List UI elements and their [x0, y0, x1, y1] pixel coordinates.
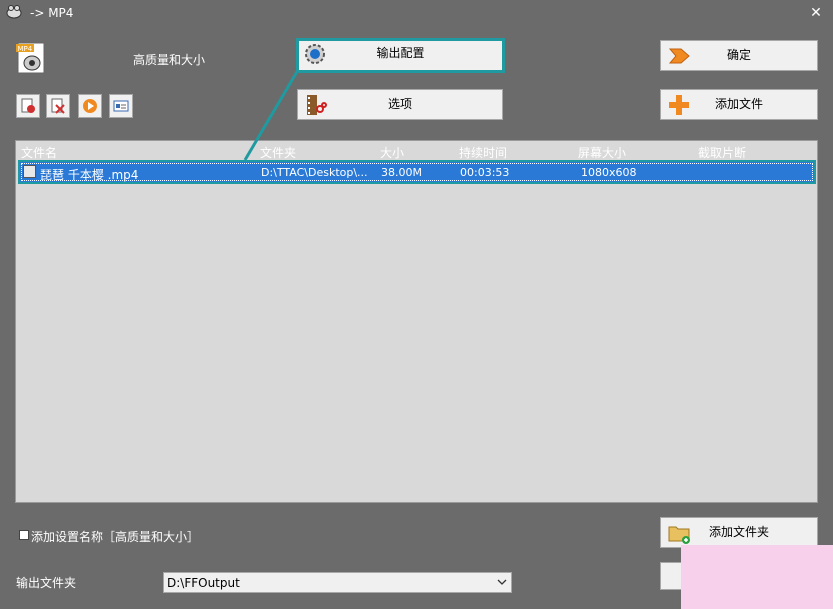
play-button[interactable]: [78, 94, 102, 118]
output-folder-select[interactable]: D:\FFOutput: [163, 572, 512, 593]
file-name-cell: 琵琶 千本樱 .mp4: [40, 168, 139, 182]
clear-button[interactable]: [46, 94, 70, 118]
preset-name: 高质量和大小: [133, 53, 206, 67]
file-size-cell: 38.00M: [381, 166, 422, 179]
output-config-label: 输出配置: [376, 46, 425, 60]
file-folder-cell: D:\TTAC\Desktop\...: [261, 166, 368, 179]
video-file-icon: [23, 165, 36, 178]
media-info-button[interactable]: [109, 94, 133, 118]
play-icon: [83, 99, 97, 113]
file-resolution-cell: 1080x608: [581, 166, 637, 179]
mp4-format-icon: MP4: [16, 42, 45, 74]
output-folder-value: D:\FFOutput: [167, 576, 240, 590]
file-duration-cell: 00:03:53: [460, 166, 510, 179]
file-list[interactable]: [15, 140, 818, 503]
column-header-folder[interactable]: 文件夹: [260, 144, 296, 161]
column-header-clip[interactable]: 截取片断: [698, 144, 746, 161]
ok-label: 确定: [726, 48, 751, 62]
media-info-icon: [113, 100, 129, 112]
chevron-down-icon: [497, 579, 507, 585]
clear-list-icon: [51, 98, 65, 114]
overlay-patch: [681, 545, 833, 609]
add-file-button[interactable]: 添加文件: [660, 89, 818, 120]
column-header-size[interactable]: 大小: [380, 144, 404, 161]
output-config-button[interactable]: 输出配置: [296, 38, 505, 73]
column-header-resolution[interactable]: 屏幕大小: [578, 144, 626, 161]
add-setting-name-checkbox[interactable]: [19, 530, 29, 540]
add-file-label: 添加文件: [714, 97, 763, 111]
close-button[interactable]: ✕: [805, 3, 827, 23]
title-bar: -> MP4 ✕: [0, 0, 833, 28]
column-header-name[interactable]: 文件名: [21, 144, 57, 161]
options-button[interactable]: 选项: [297, 89, 503, 120]
ok-button[interactable]: 确定: [660, 40, 818, 71]
window-title: -> MP4: [30, 6, 74, 20]
svg-text:MP4: MP4: [18, 45, 33, 53]
column-header-duration[interactable]: 持续时间: [459, 144, 507, 161]
options-label: 选项: [387, 97, 412, 111]
add-setting-name-label[interactable]: 添加设置名称［高质量和大小］: [31, 528, 199, 545]
add-folder-button[interactable]: 添加文件夹: [660, 517, 818, 548]
output-folder-label: 输出文件夹: [16, 576, 77, 590]
app-icon: [6, 5, 22, 19]
remove-file-icon: [21, 98, 35, 113]
add-folder-label: 添加文件夹: [708, 525, 769, 539]
remove-button[interactable]: [16, 94, 40, 118]
